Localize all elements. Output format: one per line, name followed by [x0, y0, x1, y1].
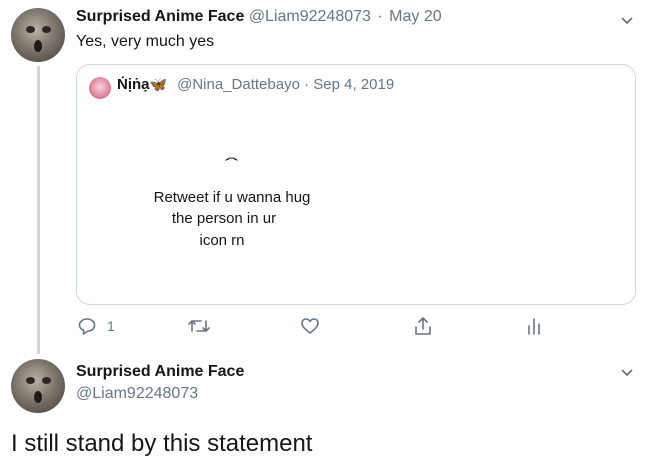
analytics-icon[interactable] — [525, 316, 543, 336]
reply-icon[interactable] — [77, 316, 97, 336]
quoted-line-1: Retweet if u wanna hug — [153, 189, 311, 206]
butterfly-icon: 🦋 — [149, 76, 167, 92]
quoted-separator: · — [304, 76, 310, 93]
tweet-text: I still stand by this statement — [11, 430, 313, 457]
author-name[interactable]: Surprised Anime Face — [76, 8, 244, 25]
avatar[interactable] — [11, 359, 65, 413]
quoted-display-name[interactable]: Ṅịṅạ — [117, 76, 150, 93]
quoted-tweet-card[interactable]: Ṅịṅạ🦋 @Nina_Dattebayo · Sep 4, 2019 . . … — [76, 64, 636, 305]
quoted-date[interactable]: Sep 4, 2019 — [313, 76, 394, 93]
share-icon[interactable] — [413, 315, 433, 337]
avatar[interactable] — [11, 8, 65, 62]
like-icon[interactable] — [300, 316, 320, 336]
quoted-handle[interactable]: @Nina_Dattebayo — [177, 76, 300, 93]
chevron-down-icon[interactable] — [619, 12, 635, 28]
tweet-header: Surprised Anime Face @Liam92248073 · May… — [76, 8, 442, 26]
tweet-text: Yes, very much yes — [76, 33, 215, 50]
quoted-line-3: icon rn — [199, 232, 245, 249]
reply-count: 1 — [107, 318, 115, 334]
chevron-down-icon[interactable] — [619, 364, 635, 380]
thread-line — [37, 66, 40, 354]
retweet-icon[interactable] — [187, 316, 211, 336]
author-handle[interactable]: @Liam92248073 — [76, 385, 198, 403]
tweet-date[interactable]: May 20 — [389, 8, 441, 25]
date-separator: · — [377, 8, 383, 25]
sad-face-emoticon: . . ⌒ — [225, 148, 239, 172]
author-name[interactable]: Surprised Anime Face — [76, 363, 244, 381]
author-handle[interactable]: @Liam92248073 — [249, 8, 371, 25]
quoted-line-2: the person in ur — [171, 210, 277, 227]
quoted-avatar[interactable] — [89, 77, 111, 99]
quoted-header: Ṅịṅạ🦋 @Nina_Dattebayo · Sep 4, 2019 — [117, 76, 394, 93]
